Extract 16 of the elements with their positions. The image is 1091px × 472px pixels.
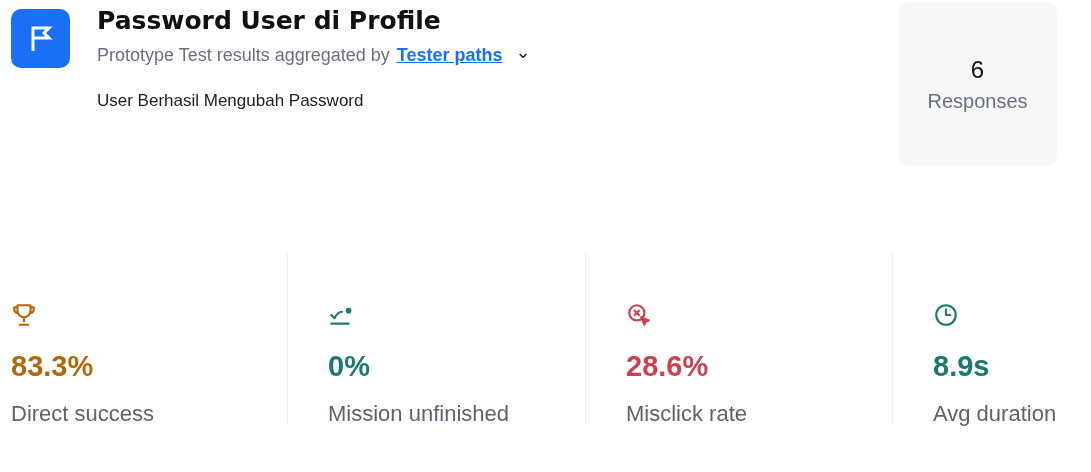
metric-value: 28.6% [626,350,710,383]
metric-label: Direct success [11,401,156,427]
flag-icon [11,9,70,68]
tester-paths-link[interactable]: Tester paths [396,45,503,66]
metric-label: Mission unfinished [328,401,510,427]
metric-value: 0% [328,350,371,383]
page-title: Password User di Profile [97,6,442,35]
responses-label: Responses [927,89,1028,113]
metric-label: Misclick rate [626,401,748,427]
responses-count: 6 [970,55,985,84]
metric-label: Avg duration [933,401,1058,427]
task-description: User Berhasil Mengubah Password [97,91,365,111]
subtitle: Prototype Test results aggregated by [97,45,390,66]
caret-icon[interactable]: ⌄ [515,42,531,61]
metric-value: 8.9s [933,350,991,383]
metric-value: 83.3% [11,350,95,383]
